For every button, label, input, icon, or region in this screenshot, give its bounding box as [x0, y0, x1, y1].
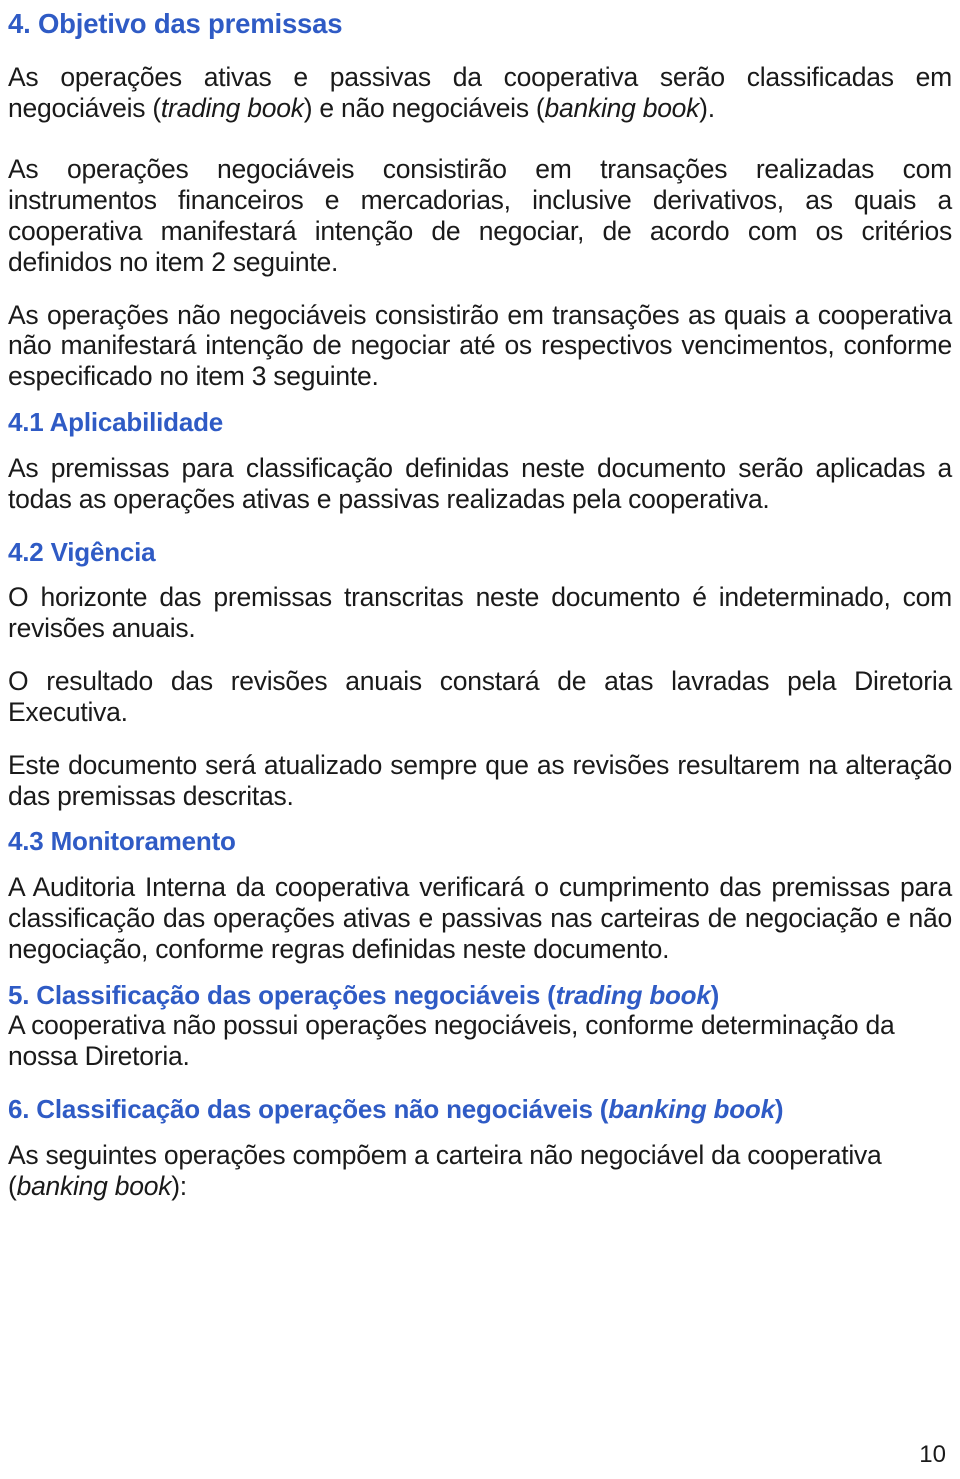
section-heading-objetivo: 4. Objetivo das premissas	[8, 8, 343, 39]
document-page: 4. Objetivo das premissas As operações a…	[0, 0, 960, 1479]
italic-banking-book: banking book	[16, 1170, 172, 1201]
paragraph-text-part: As seguintes operações compõem a carteir…	[8, 1139, 882, 1170]
heading-text-part: )	[774, 1094, 784, 1125]
section-heading-vigencia: 4.2 Vigência	[8, 536, 156, 567]
heading-text-part: 6. Classificação das operações não negoc…	[8, 1094, 609, 1125]
paragraph-classificacao: As operações ativas e passivas da cooper…	[8, 62, 952, 124]
paragraph-text-part: (	[8, 1170, 17, 1201]
italic-trading-book: trading book	[160, 93, 304, 124]
paragraph-text-part: ).	[699, 93, 715, 124]
paragraph-horizonte: O horizonte das premissas transcritas ne…	[8, 582, 952, 644]
paragraph-sem-operacoes-negociaveis: A cooperativa não possui operações negoc…	[8, 1010, 895, 1072]
paragraph-operacoes-nao-negociaveis: As operações não negociáveis consistirão…	[8, 299, 952, 392]
paragraph-text-part: ):	[171, 1170, 187, 1201]
heading-text-part: 5. Classificação das operações negociáve…	[8, 979, 556, 1010]
heading-text-part: )	[710, 979, 720, 1010]
italic-banking-book: banking book	[608, 1094, 775, 1125]
paragraph-auditoria: A Auditoria Interna da cooperativa verif…	[8, 872, 952, 964]
section-heading-aplicabilidade: 4.1 Aplicabilidade	[8, 407, 224, 438]
italic-trading-book: trading book	[555, 979, 711, 1010]
page-number: 10	[919, 1441, 946, 1468]
paragraph-carteira-nao-negociavel: As seguintes operações compõem a carteir…	[8, 1140, 952, 1202]
section-heading-classificacao-negociaveis: 5. Classificação das operações negociáve…	[8, 980, 952, 1011]
paragraph-operacoes-negociaveis: As operações negociáveis consistirão em …	[8, 154, 952, 277]
section-heading-monitoramento: 4.3 Monitoramento	[8, 826, 236, 857]
italic-banking-book: banking book	[544, 93, 700, 124]
paragraph-aplicabilidade: As premissas para classificação definida…	[8, 452, 952, 514]
paragraph-text-part: ) e não negociáveis (	[303, 93, 545, 124]
paragraph-resultado-revisoes: O resultado das revisões anuais constará…	[8, 665, 952, 727]
paragraph-atualizacao: Este documento será atualizado sempre qu…	[8, 749, 952, 811]
section-heading-classificacao-nao-negociaveis: 6. Classificação das operações não negoc…	[8, 1094, 952, 1125]
